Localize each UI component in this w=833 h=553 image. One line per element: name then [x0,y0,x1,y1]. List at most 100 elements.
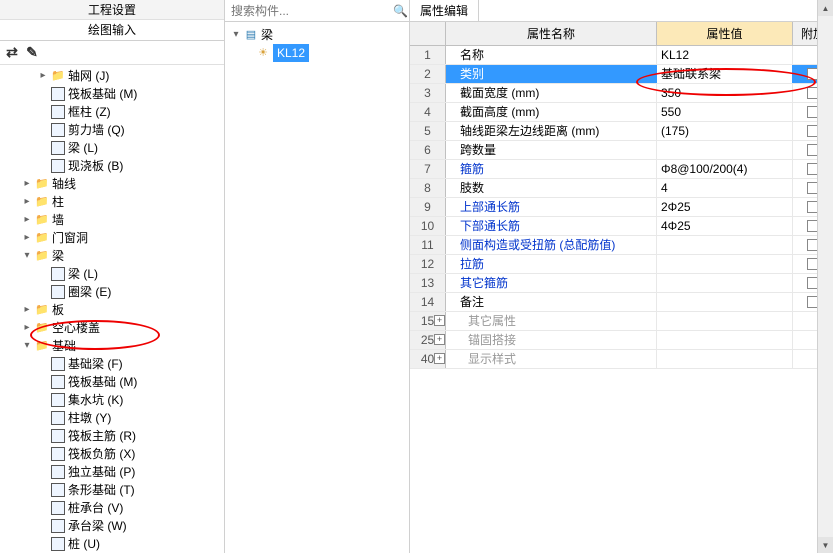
tree-row[interactable]: 桩 (U) [0,535,224,553]
tree-row[interactable]: 桩承台 (V) [0,499,224,517]
property-row[interactable]: 7箍筋Φ8@100/200(4) [410,160,833,179]
property-row[interactable]: 5轴线距梁左边线距离 (mm)(175) [410,122,833,141]
property-row[interactable]: 6跨数量 [410,141,833,160]
tree-row[interactable]: 承台梁 (W) [0,517,224,535]
property-grid[interactable]: 1名称KL122类别基础联系梁3截面宽度 (mm)3504截面高度 (mm)55… [410,46,833,553]
search-button[interactable]: 🔍 [392,0,409,21]
expand-icon[interactable]: ▾ [20,247,34,265]
tree-row[interactable]: 筏板主筋 (R) [0,427,224,445]
tree-row[interactable]: 剪力墙 (Q) [0,121,224,139]
tree-row[interactable]: 筏板负筋 (X) [0,445,224,463]
expand-icon[interactable]: ▸ [36,67,50,85]
tree-row[interactable]: 柱墩 (Y) [0,409,224,427]
tree-root-beam[interactable]: ▾ ▤ 梁 [229,26,405,44]
tree-row[interactable]: 独立基础 (P) [0,463,224,481]
expand-box-icon[interactable]: + [434,334,445,345]
prop-value[interactable] [657,274,793,292]
folder-icon: 📁 [34,302,50,318]
tree-row[interactable]: ▸📁墙 [0,211,224,229]
tab-draw-input[interactable]: 绘图输入 [0,20,224,40]
arrows-icon[interactable]: ⇄ [4,45,20,61]
tree-label: 筏板负筋 (X) [68,445,135,463]
component-icon [50,86,66,102]
tree-row[interactable]: 现浇板 (B) [0,157,224,175]
tree-row[interactable]: ▸📁板 [0,301,224,319]
tree-row[interactable]: ▸📁轴线 [0,175,224,193]
component-tree[interactable]: ▸📁轴网 (J) 筏板基础 (M) 框柱 (Z) 剪力墙 (Q) 梁 (L) 现… [0,65,224,553]
prop-value[interactable]: KL12 [657,46,793,64]
prop-value[interactable]: 550 [657,103,793,121]
tree-row[interactable]: ▾📁梁 [0,247,224,265]
prop-name: 肢数 [446,179,657,197]
expand-icon[interactable]: ▸ [20,229,34,247]
expand-icon[interactable]: ▸ [20,193,34,211]
scroll-up-icon[interactable]: ▲ [818,0,833,16]
component-icon [50,122,66,138]
tree-row[interactable]: 框柱 (Z) [0,103,224,121]
edit-icon[interactable]: ✎ [24,45,40,61]
property-row[interactable]: 3截面宽度 (mm)350 [410,84,833,103]
folder-icon: 📁 [34,212,50,228]
expand-icon[interactable]: ▸ [20,301,34,319]
tree-label: 框柱 (Z) [68,103,111,121]
tree-row[interactable]: 基础梁 (F) [0,355,224,373]
property-row[interactable]: 13其它箍筋 [410,274,833,293]
prop-value[interactable]: 4 [657,179,793,197]
scroll-down-icon[interactable]: ▼ [818,537,833,553]
prop-value[interactable] [657,141,793,159]
tree-row[interactable]: ▸📁轴网 (J) [0,67,224,85]
tree-row[interactable]: 梁 (L) [0,265,224,283]
expand-box-icon[interactable]: + [434,315,445,326]
property-group-row[interactable]: 15+其它属性 [410,312,833,331]
tree-row[interactable]: ▸📁柱 [0,193,224,211]
expand-icon[interactable]: ▸ [20,319,34,337]
property-row[interactable]: 9上部通长筋2Φ25 [410,198,833,217]
expand-icon[interactable]: ▸ [20,175,34,193]
vertical-scrollbar[interactable]: ▲ ▼ [817,0,833,553]
tree-item-kl12[interactable]: ☀ KL12 [229,44,405,62]
tab-property-edit[interactable]: 属性编辑 [410,0,479,21]
tree-row[interactable]: 条形基础 (T) [0,481,224,499]
tree-row[interactable]: 筏板基础 (M) [0,373,224,391]
row-number: 14 [410,293,446,311]
expand-box-icon[interactable]: + [434,353,445,364]
row-number: 1 [410,46,446,64]
property-group-row[interactable]: 25+锚固搭接 [410,331,833,350]
tree-row[interactable]: 集水坑 (K) [0,391,224,409]
prop-value[interactable]: 4Φ25 [657,217,793,235]
search-icon: 🔍 [393,4,408,18]
tree-label: 柱 [52,193,64,211]
property-row[interactable]: 2类别基础联系梁 [410,65,833,84]
prop-value[interactable] [657,255,793,273]
tree-row[interactable]: 梁 (L) [0,139,224,157]
property-row[interactable]: 8肢数4 [410,179,833,198]
search-input[interactable] [225,0,392,21]
property-row[interactable]: 12拉筋 [410,255,833,274]
tree-row[interactable]: ▸📁门窗洞 [0,229,224,247]
property-row[interactable]: 10下部通长筋4Φ25 [410,217,833,236]
collapse-icon[interactable]: ▾ [229,26,243,44]
prop-value[interactable] [657,236,793,254]
property-group-row[interactable]: 40+显示样式 [410,350,833,369]
prop-value[interactable]: 350 [657,84,793,102]
tree-row[interactable]: ▾📁基础 [0,337,224,355]
property-row[interactable]: 14备注 [410,293,833,312]
prop-value[interactable]: Φ8@100/200(4) [657,160,793,178]
prop-value[interactable]: 基础联系梁 [657,65,793,83]
prop-value[interactable]: (175) [657,122,793,140]
property-row[interactable]: 11侧面构造或受扭筋 (总配筋值) [410,236,833,255]
tree-label: 墙 [52,211,64,229]
prop-value[interactable]: 2Φ25 [657,198,793,216]
tab-project-settings[interactable]: 工程设置 [0,0,224,20]
expand-icon[interactable]: ▸ [20,211,34,229]
property-row[interactable]: 4截面高度 (mm)550 [410,103,833,122]
tree-row[interactable]: ▸📁空心楼盖 [0,319,224,337]
tree-row[interactable]: 筏板基础 (M) [0,85,224,103]
middle-panel: 🔍 ▾ ▤ 梁 ☀ KL12 [225,0,410,553]
tree-row[interactable]: 圈梁 (E) [0,283,224,301]
instance-tree[interactable]: ▾ ▤ 梁 ☀ KL12 [225,22,409,553]
property-panel: 属性编辑 属性名称 属性值 附加 1名称KL122类别基础联系梁3截面宽度 (m… [410,0,833,553]
expand-icon[interactable]: ▾ [20,337,34,355]
property-row[interactable]: 1名称KL12 [410,46,833,65]
prop-value[interactable] [657,293,793,311]
